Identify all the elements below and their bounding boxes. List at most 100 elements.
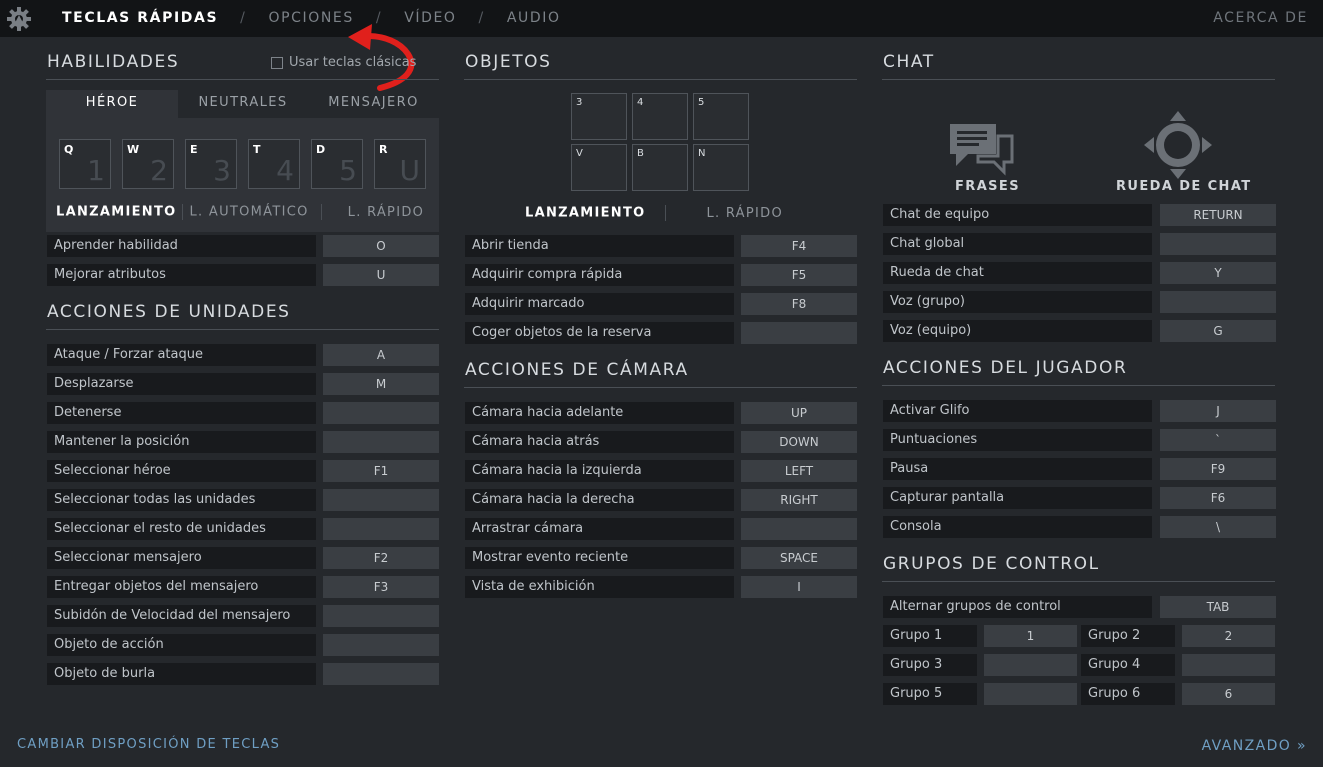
hotkey-label: Vista de exhibición: [465, 576, 734, 598]
section-divider: [882, 581, 1275, 582]
hotkey-binding-button[interactable]: F3: [323, 576, 439, 598]
rueda-de-chat-label[interactable]: RUEDA DE CHAT: [1116, 179, 1252, 194]
hotkey-binding-button[interactable]: [984, 654, 1077, 676]
hotkey-binding-button[interactable]: [323, 634, 439, 656]
slot-key: R: [379, 143, 388, 156]
hotkey-binding-button[interactable]: [323, 489, 439, 511]
hotkey-label: Cámara hacia atrás: [465, 431, 734, 453]
item-mode-lanzamiento-rapido[interactable]: L. RÁPIDO: [706, 206, 783, 221]
hotkey-binding-button[interactable]: SPACE: [741, 547, 857, 569]
hotkey-label: Mostrar evento reciente: [465, 547, 734, 569]
item-mode-lanzamiento[interactable]: LANZAMIENTO: [525, 206, 645, 221]
slot-number: 2: [150, 154, 168, 187]
hotkey-label: Abrir tienda: [465, 235, 734, 257]
ability-slot-2[interactable]: W2: [122, 139, 174, 189]
hotkey-binding-button[interactable]: [323, 663, 439, 685]
item-slot-4[interactable]: V: [571, 144, 627, 191]
gear-icon[interactable]: [6, 6, 32, 32]
hotkey-binding-button[interactable]: UP: [741, 402, 857, 424]
hotkey-label: Grupo 5: [883, 683, 977, 705]
mode-lanzamiento[interactable]: LANZAMIENTO: [56, 205, 176, 220]
hotkey-binding-button[interactable]: [1160, 291, 1276, 313]
slot-key: 3: [576, 97, 583, 108]
hotkey-binding-button[interactable]: I: [741, 576, 857, 598]
hotkey-binding-button[interactable]: Y: [1160, 262, 1276, 284]
item-slot-5[interactable]: B: [632, 144, 688, 191]
chat-wheel-icon[interactable]: [1144, 111, 1212, 179]
hotkey-label: Seleccionar mensajero: [47, 547, 316, 569]
hotkey-label: Pausa: [883, 458, 1152, 480]
hotkey-binding-button[interactable]: DOWN: [741, 431, 857, 453]
hotkey-binding-button[interactable]: U: [323, 264, 439, 286]
about-link[interactable]: ACERCA DE: [1213, 10, 1308, 26]
ability-slot-6[interactable]: RU: [374, 139, 426, 189]
slot-key: D: [316, 143, 326, 156]
hotkey-binding-button[interactable]: [323, 431, 439, 453]
tab-heroe[interactable]: HÉROE: [46, 90, 178, 118]
hotkey-binding-button[interactable]: F1: [323, 460, 439, 482]
frases-label[interactable]: FRASES: [955, 179, 1020, 194]
hotkey-binding-button[interactable]: 6: [1182, 683, 1275, 705]
hotkey-label: Seleccionar todas las unidades: [47, 489, 316, 511]
tab-neutrales[interactable]: NEUTRALES: [180, 90, 306, 118]
hotkey-binding-button[interactable]: F6: [1160, 487, 1276, 509]
hotkey-binding-button[interactable]: RIGHT: [741, 489, 857, 511]
ability-slot-3[interactable]: E3: [185, 139, 237, 189]
section-divider: [46, 79, 439, 80]
item-slot-6[interactable]: N: [693, 144, 749, 191]
hotkey-binding-button[interactable]: J: [1160, 400, 1276, 422]
hotkey-binding-button[interactable]: G: [1160, 320, 1276, 342]
ability-slot-5[interactable]: D5: [311, 139, 363, 189]
hotkey-binding-button[interactable]: `: [1160, 429, 1276, 451]
item-slot-1[interactable]: 3: [571, 93, 627, 140]
item-slot-2[interactable]: 4: [632, 93, 688, 140]
hotkey-binding-button[interactable]: [984, 683, 1077, 705]
classic-keys-checkbox[interactable]: [271, 57, 283, 69]
hotkey-binding-button[interactable]: [323, 605, 439, 627]
hotkey-binding-button[interactable]: F5: [741, 264, 857, 286]
hotkey-label: Objeto de acción: [47, 634, 316, 656]
hotkey-binding-button[interactable]: [741, 518, 857, 540]
chat-bubbles-icon[interactable]: [948, 122, 1014, 176]
section-divider: [882, 79, 1275, 80]
hotkey-binding-button[interactable]: TAB: [1160, 596, 1276, 618]
item-slot-3[interactable]: 5: [693, 93, 749, 140]
hotkey-binding-button[interactable]: LEFT: [741, 460, 857, 482]
ability-slot-4[interactable]: T4: [248, 139, 300, 189]
hotkey-binding-button[interactable]: 2: [1182, 625, 1275, 647]
hotkey-binding-button[interactable]: [1182, 654, 1275, 676]
hotkey-binding-button[interactable]: 1: [984, 625, 1077, 647]
section-divider: [46, 329, 439, 330]
hotkey-binding-button[interactable]: F4: [741, 235, 857, 257]
top-bar: TECLAS RÁPIDAS / OPCIONES / VÍDEO / AUDIO ACER…: [0, 0, 1323, 37]
mode-lanzamiento-automatico[interactable]: L. AUTOMÁTICO: [189, 205, 308, 220]
item-cast-mode-tabs: LANZAMIENTO L. RÁPIDO: [525, 205, 783, 221]
hotkey-label: Mejorar atributos: [47, 264, 316, 286]
slot-key: 4: [637, 97, 644, 108]
hotkey-binding-button[interactable]: M: [323, 373, 439, 395]
hotkey-binding-button[interactable]: F9: [1160, 458, 1276, 480]
hotkey-binding-button[interactable]: F8: [741, 293, 857, 315]
hotkey-binding-button[interactable]: A: [323, 344, 439, 366]
mode-lanzamiento-rapido[interactable]: L. RÁPIDO: [348, 205, 425, 220]
hotkey-binding-button[interactable]: RETURN: [1160, 204, 1276, 226]
hotkey-label: Puntuaciones: [883, 429, 1152, 451]
advanced-link[interactable]: AVANZADO »: [1202, 738, 1307, 754]
hotkey-binding-button[interactable]: [741, 322, 857, 344]
change-layout-link[interactable]: CAMBIAR DISPOSICIÓN DE TECLAS: [17, 737, 280, 752]
classic-keys-label[interactable]: Usar teclas clásicas: [289, 55, 416, 70]
hotkey-label: Mantener la posición: [47, 431, 316, 453]
tab-teclas-rapidas[interactable]: TECLAS RÁPIDAS: [62, 10, 218, 26]
tab-audio[interactable]: AUDIO: [507, 10, 561, 26]
hotkey-binding-button[interactable]: F2: [323, 547, 439, 569]
hotkey-binding-button[interactable]: \: [1160, 516, 1276, 538]
ability-slot-1[interactable]: Q1: [59, 139, 111, 189]
hotkey-binding-button[interactable]: [1160, 233, 1276, 255]
hotkey-binding-button[interactable]: [323, 518, 439, 540]
tab-mensajero[interactable]: MENSAJERO: [308, 90, 439, 118]
hotkey-binding-button[interactable]: [323, 402, 439, 424]
slot-key: N: [698, 148, 706, 159]
hotkey-binding-button[interactable]: O: [323, 235, 439, 257]
hotkey-label: Grupo 2: [1081, 625, 1175, 647]
nav-separator: /: [478, 10, 485, 26]
